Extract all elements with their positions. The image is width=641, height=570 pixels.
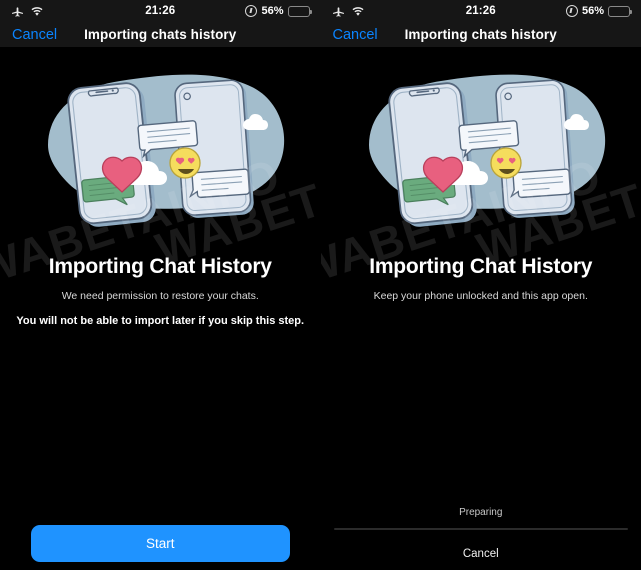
battery-percent-label: 56% [261, 5, 284, 17]
status-bar-right-leading-icons [332, 6, 466, 17]
airplane-icon [12, 6, 23, 17]
status-bar-left-icons [11, 6, 145, 17]
screen-progress: 21:26 56% Cancel Importing chats history [320, 0, 641, 570]
content-right: Importing Chat History Keep your phone u… [320, 59, 641, 570]
status-bar-right: 21:26 56% [320, 0, 641, 22]
import-progress: Preparing [333, 506, 628, 530]
battery-icon [287, 5, 312, 17]
cancel-import-button[interactable]: Cancel [321, 548, 641, 560]
page-subtitle: We need permission to restore your chats… [61, 290, 259, 302]
start-button[interactable]: Start [31, 525, 290, 562]
nav-bar-right: Cancel Importing chats history [320, 22, 641, 47]
battery-icon [608, 5, 633, 17]
nav-cancel-button[interactable]: Cancel [12, 27, 57, 43]
content-left: Importing Chat History We need permissio… [0, 59, 321, 570]
wifi-icon [352, 6, 363, 16]
page-warning-text: You will not be able to import later if … [16, 315, 305, 327]
illustration-left [0, 59, 321, 239]
low-power-mode-icon [565, 5, 578, 17]
page-subtitle: Keep your phone unlocked and this app op… [373, 290, 588, 302]
low-power-mode-icon [245, 5, 258, 17]
two-phones-sync-illustration [48, 74, 285, 227]
page-title: Importing Chat History [48, 255, 272, 278]
dual-screenshot-container: 21:26 56% Cancel Importing chats history [0, 0, 641, 570]
progress-bar-track [333, 527, 628, 530]
status-bar-right-icons: 56% [175, 5, 312, 17]
two-phones-sync-illustration [368, 74, 605, 227]
screen-permission: 21:26 56% Cancel Importing chats history [0, 0, 321, 570]
nav-bar-left: Cancel Importing chats history [0, 22, 321, 47]
airplane-icon [332, 6, 344, 17]
nav-cancel-button[interactable]: Cancel [333, 27, 378, 43]
status-bar-right-trailing-icons: 56% [496, 5, 633, 17]
progress-status-label: Preparing [459, 506, 503, 518]
status-bar-clock: 21:26 [465, 5, 496, 17]
page-title: Importing Chat History [369, 255, 593, 278]
status-bar-clock: 21:26 [145, 5, 176, 17]
battery-percent-label: 56% [581, 5, 605, 17]
status-bar-left: 21:26 56% [0, 0, 321, 22]
wifi-icon [31, 6, 43, 16]
illustration-right [321, 59, 641, 239]
